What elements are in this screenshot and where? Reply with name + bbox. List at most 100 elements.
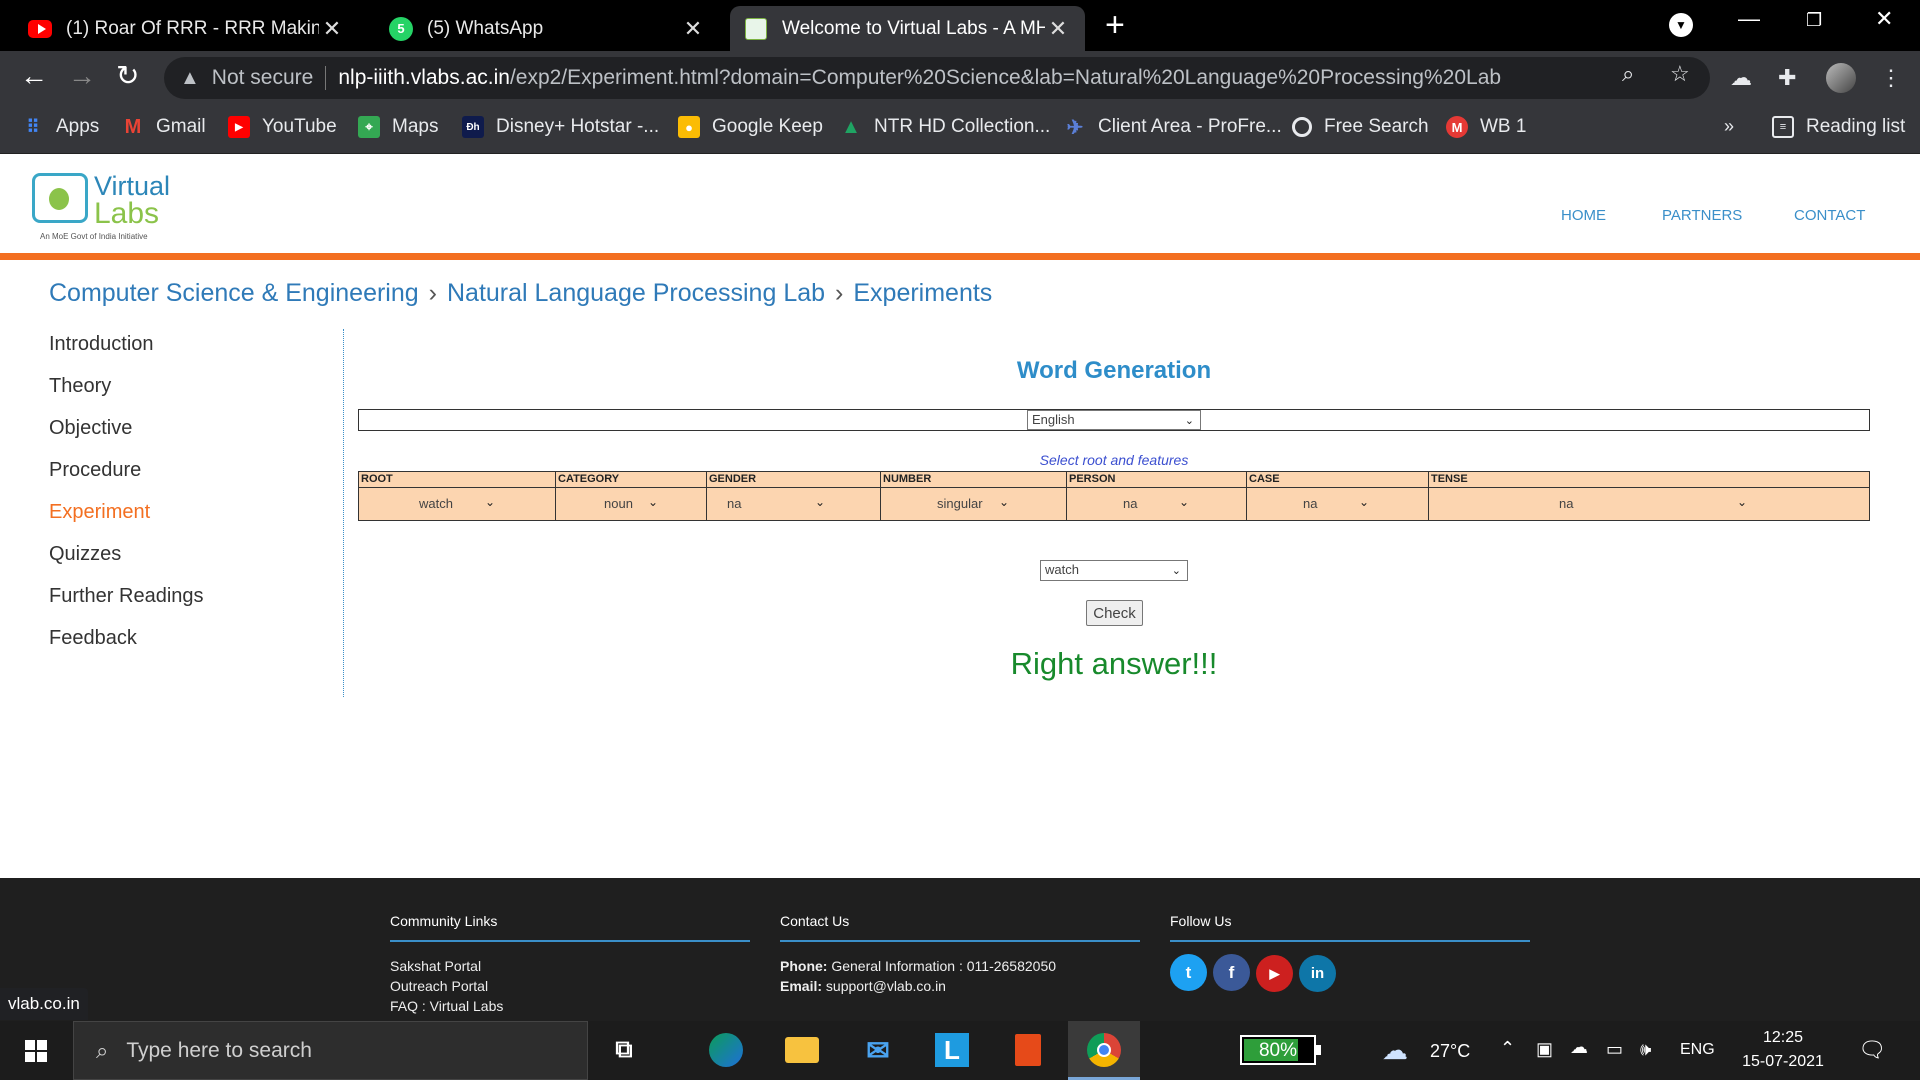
contact-email[interactable]: Email: support@vlab.co.in — [780, 976, 1140, 996]
bookmark-maps[interactable]: ⌖ Maps — [358, 116, 438, 138]
header-divider — [0, 253, 1920, 260]
chevron-right-icon: › — [428, 279, 437, 307]
clock[interactable]: 12:25 15-07-2021 — [1735, 1026, 1831, 1074]
person-select[interactable]: na ⌄ — [1067, 488, 1246, 520]
minimize-icon[interactable]: — — [1738, 6, 1760, 32]
breadcrumb-cse[interactable]: Computer Science & Engineering — [49, 279, 419, 307]
link-sakshat-portal[interactable]: Sakshat Portal — [390, 956, 750, 976]
chevron-down-icon: ⌄ — [1179, 495, 1190, 509]
extensions-puzzle-icon[interactable]: ✚ — [1778, 65, 1796, 91]
linkedin-icon[interactable]: in — [1299, 954, 1336, 992]
facebook-icon[interactable]: f — [1213, 954, 1250, 991]
tab-search-icon[interactable]: ▼ — [1669, 13, 1693, 37]
new-tab-icon[interactable]: + — [1105, 8, 1125, 42]
bookmarks-overflow-icon[interactable]: » — [1724, 116, 1734, 137]
tab-title: (5) WhatsApp — [427, 17, 544, 39]
breadcrumb-experiments[interactable]: Experiments — [853, 279, 992, 307]
tab-youtube[interactable]: (1) Roar Of RRR - RRR Making | N ✕ — [14, 6, 359, 51]
bookmark-apps[interactable]: ⠿ Apps — [22, 116, 99, 138]
chrome-icon[interactable] — [1086, 1032, 1122, 1068]
weather-cloud-icon[interactable]: ☁ — [1382, 1035, 1408, 1066]
category-select[interactable]: noun ⌄ — [556, 488, 706, 520]
twitter-icon[interactable]: t — [1170, 954, 1207, 991]
gender-select[interactable]: na ⌄ — [707, 488, 880, 520]
nav-partners[interactable]: PARTNERS — [1662, 207, 1742, 224]
generated-word-select[interactable]: watch ⌄ — [1040, 560, 1188, 581]
sidebar-item-objective[interactable]: Objective — [49, 417, 204, 459]
sidebar-item-theory[interactable]: Theory — [49, 375, 204, 417]
sidebar-item-experiment[interactable]: Experiment — [49, 501, 204, 543]
onedrive-icon[interactable]: ☁ — [1570, 1037, 1588, 1058]
sidebar-item-introduction[interactable]: Introduction — [49, 333, 204, 375]
case-select[interactable]: na ⌄ — [1247, 488, 1428, 520]
sidebar-item-quizzes[interactable]: Quizzes — [49, 543, 204, 585]
root-column: ROOT watch ⌄ — [359, 472, 556, 520]
close-tab-icon[interactable]: ✕ — [680, 16, 706, 42]
l-app-icon[interactable]: L — [934, 1032, 970, 1068]
nav-contact[interactable]: CONTACT — [1794, 207, 1865, 224]
temperature[interactable]: 27°C — [1430, 1041, 1470, 1062]
sidebar-item-feedback[interactable]: Feedback — [49, 627, 204, 669]
office-icon[interactable] — [1010, 1032, 1046, 1068]
back-icon[interactable]: ← — [20, 61, 48, 91]
profile-avatar[interactable] — [1826, 63, 1856, 93]
forward-icon[interactable]: → — [68, 61, 96, 91]
bookmark-google-keep[interactable]: ● Google Keep — [678, 116, 823, 138]
youtube-icon[interactable]: ▶ — [1256, 955, 1293, 992]
input-language[interactable]: ENG — [1680, 1041, 1715, 1059]
tab-whatsapp[interactable]: 5 (5) WhatsApp ✕ — [375, 6, 720, 51]
gender-column: GENDER na ⌄ — [707, 472, 881, 520]
close-window-icon[interactable]: ✕ — [1875, 6, 1893, 32]
virtual-labs-logo[interactable]: Virtual Labs An MoE Govt of India Initia… — [28, 167, 178, 242]
edge-icon[interactable] — [708, 1032, 744, 1068]
task-view-icon[interactable]: ⧉ — [606, 1032, 642, 1068]
zoom-icon[interactable]: ⌕ — [1622, 61, 1634, 87]
chevron-down-icon: ⌄ — [1184, 415, 1194, 427]
tense-select[interactable]: na ⌄ — [1429, 488, 1869, 520]
restore-icon[interactable]: ❐ — [1806, 10, 1822, 31]
status-bar-url: vlab.co.in — [0, 988, 88, 1020]
apps-grid-icon: ⠿ — [26, 116, 40, 137]
link-outreach-portal[interactable]: Outreach Portal — [390, 976, 750, 996]
root-select[interactable]: watch ⌄ — [359, 488, 555, 520]
battery-indicator[interactable]: 80% — [1240, 1035, 1321, 1065]
search-icon: ⌕ — [96, 1037, 109, 1063]
bookmark-hotstar[interactable]: Ɖh Disney+ Hotstar -... — [462, 116, 659, 138]
reading-list[interactable]: ≡ Reading list — [1772, 116, 1905, 138]
number-select[interactable]: singular ⌄ — [881, 488, 1066, 520]
bookmark-gmail[interactable]: M Gmail — [122, 116, 206, 138]
battery-tray-icon[interactable]: ▭ — [1606, 1039, 1623, 1060]
sidebar-item-further-readings[interactable]: Further Readings — [49, 585, 204, 627]
reload-icon[interactable]: ↻ — [116, 61, 139, 91]
check-button[interactable]: Check — [1086, 600, 1143, 626]
speaker-icon[interactable]: 🕪 — [1640, 1039, 1651, 1060]
bookmark-client-area[interactable]: ✈ Client Area - ProFre... — [1064, 116, 1282, 139]
windows-start-icon[interactable] — [25, 1040, 47, 1062]
close-tab-icon[interactable]: ✕ — [319, 16, 345, 42]
bookmark-youtube[interactable]: ▶ YouTube — [228, 116, 337, 138]
meet-now-icon[interactable]: ▣ — [1536, 1039, 1553, 1060]
bookmark-wb1[interactable]: M WB 1 — [1446, 116, 1526, 138]
tab-virtual-labs[interactable]: Welcome to Virtual Labs - A MHR ✕ — [730, 6, 1085, 51]
bookmark-free-search[interactable]: Free Search — [1292, 116, 1429, 138]
language-select[interactable]: English ⌄ — [1027, 410, 1201, 430]
nav-home[interactable]: HOME — [1561, 207, 1606, 224]
mail-icon[interactable]: ✉ — [860, 1032, 896, 1068]
flask-icon — [32, 173, 88, 223]
cloud-extension-icon[interactable]: ☁ — [1730, 65, 1752, 91]
sidebar-divider — [343, 329, 344, 697]
menu-kebab-icon[interactable]: ⋮ — [1880, 65, 1902, 91]
sidebar-item-procedure[interactable]: Procedure — [49, 459, 204, 501]
bookmark-ntr-hd[interactable]: ▲ NTR HD Collection... — [840, 116, 1050, 138]
address-bar[interactable]: ▲ Not secure nlp-iiith.vlabs.ac.in /exp2… — [164, 57, 1710, 99]
link-faq[interactable]: FAQ : Virtual Labs — [390, 996, 750, 1016]
file-explorer-icon[interactable] — [784, 1032, 820, 1068]
notification-icon[interactable]: 🗨 — [1858, 1037, 1886, 1063]
bookmark-star-icon[interactable]: ☆ — [1670, 61, 1690, 87]
taskbar-search-box[interactable]: ⌕ Type here to search — [73, 1021, 588, 1080]
chevron-up-icon[interactable]: ⌃ — [1500, 1038, 1515, 1059]
maps-icon: ⌖ — [358, 116, 380, 138]
breadcrumb-nlp-lab[interactable]: Natural Language Processing Lab — [447, 279, 825, 307]
tab-title: (1) Roar Of RRR - RRR Making | N — [66, 17, 319, 39]
close-tab-icon[interactable]: ✕ — [1045, 16, 1071, 42]
